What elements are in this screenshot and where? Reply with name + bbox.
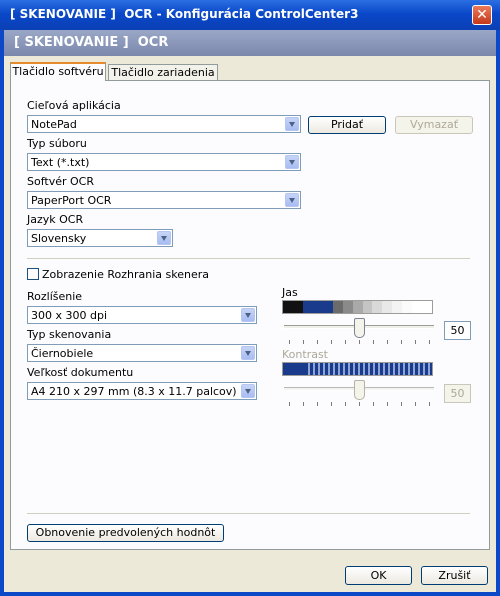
tick-mark <box>359 402 360 406</box>
tick-mark <box>303 402 304 406</box>
contrast-pattern-bar <box>282 362 433 376</box>
file-type-select[interactable]: Text (*.txt) <box>27 153 301 171</box>
scan-type-value: Čiernobiele <box>31 347 94 360</box>
window-title: [ SKENOVANIE ] OCR - Konfigurácia Contro… <box>10 7 359 21</box>
target-app-label: Cieľová aplikácia <box>27 99 121 112</box>
contrast-ticks <box>284 402 434 406</box>
chevron-down-icon[interactable] <box>241 346 255 360</box>
chevron-down-icon[interactable] <box>157 231 171 245</box>
divider <box>27 513 470 514</box>
contrast-label: Kontrast <box>282 348 328 361</box>
ocr-software-select[interactable]: PaperPort OCR <box>27 191 301 209</box>
ocr-software-label: Softvér OCR <box>27 175 94 188</box>
scanner-interface-label[interactable]: Zobrazenie Rozhrania skenera <box>42 268 209 281</box>
tick-mark <box>387 340 388 344</box>
tick-mark <box>331 402 332 406</box>
delete-button[interactable]: Vymazať <box>395 116 473 134</box>
tick-mark <box>303 340 304 344</box>
file-type-value: Text (*.txt) <box>31 156 90 169</box>
chevron-down-icon[interactable] <box>241 384 255 398</box>
tick-mark <box>317 340 318 344</box>
tick-mark <box>317 402 318 406</box>
tick-mark <box>345 340 346 344</box>
tick-mark <box>401 402 402 406</box>
ok-button[interactable]: OK <box>345 566 412 585</box>
tick-mark <box>401 340 402 344</box>
tick-mark <box>415 402 416 406</box>
tick-mark <box>331 340 332 344</box>
tick-mark <box>373 340 374 344</box>
brightness-value[interactable]: 50 <box>444 321 471 340</box>
brightness-ticks <box>284 340 434 344</box>
contrast-slider-thumb[interactable] <box>353 380 365 400</box>
divider <box>27 258 470 259</box>
chevron-down-icon[interactable] <box>285 193 299 207</box>
tick-mark <box>289 402 290 406</box>
contrast-value: 50 <box>444 384 471 403</box>
tab-software-button[interactable]: Tlačidlo softvéru <box>10 62 106 81</box>
close-icon[interactable]: ✕ <box>472 5 492 25</box>
resolution-value: 300 x 300 dpi <box>31 309 108 322</box>
scan-type-select[interactable]: Čiernobiele <box>27 344 257 362</box>
target-app-value: NotePad <box>31 118 77 131</box>
scan-type-label: Typ skenovania <box>27 328 112 341</box>
resolution-label: Rozlíšenie <box>27 290 83 303</box>
scanner-interface-checkbox[interactable] <box>27 268 39 280</box>
ocr-language-label: Jazyk OCR <box>27 213 84 226</box>
document-size-select[interactable]: A4 210 x 297 mm (8.3 x 11.7 palcov) <box>27 382 257 400</box>
tick-mark <box>429 402 430 406</box>
tick-mark <box>289 340 290 344</box>
ocr-language-value: Slovensky <box>31 232 87 245</box>
tick-mark <box>373 402 374 406</box>
chevron-down-icon[interactable] <box>285 117 299 131</box>
brightness-gradient-bar <box>282 300 433 314</box>
brightness-label: Jas <box>282 286 298 299</box>
restore-defaults-button[interactable]: Obnovenie predvolených hodnôt <box>27 524 224 542</box>
tick-mark <box>359 340 360 344</box>
document-size-label: Veľkosť dokumentu <box>27 366 134 379</box>
tick-mark <box>387 402 388 406</box>
tick-mark <box>429 340 430 344</box>
title-bar: [ SKENOVANIE ] OCR - Konfigurácia Contro… <box>0 0 500 30</box>
chevron-down-icon[interactable] <box>285 155 299 169</box>
brightness-slider-thumb[interactable] <box>353 318 365 338</box>
cancel-button[interactable]: Zrušiť <box>421 566 488 585</box>
header-title: [ SKENOVANIE ] OCR <box>14 35 169 50</box>
document-size-value: A4 210 x 297 mm (8.3 x 11.7 palcov) <box>31 385 237 398</box>
target-app-select[interactable]: NotePad <box>27 115 301 133</box>
header-band: [ SKENOVANIE ] OCR <box>4 30 496 56</box>
tick-mark <box>415 340 416 344</box>
chevron-down-icon[interactable] <box>241 308 255 322</box>
add-button[interactable]: Pridať <box>308 116 386 134</box>
ocr-language-select[interactable]: Slovensky <box>27 229 173 247</box>
tab-device-button[interactable]: Tlačidlo zariadenia <box>108 64 218 81</box>
resolution-select[interactable]: 300 x 300 dpi <box>27 306 257 324</box>
tick-mark <box>345 402 346 406</box>
file-type-label: Typ súboru <box>27 137 87 150</box>
ocr-software-value: PaperPort OCR <box>31 194 112 207</box>
